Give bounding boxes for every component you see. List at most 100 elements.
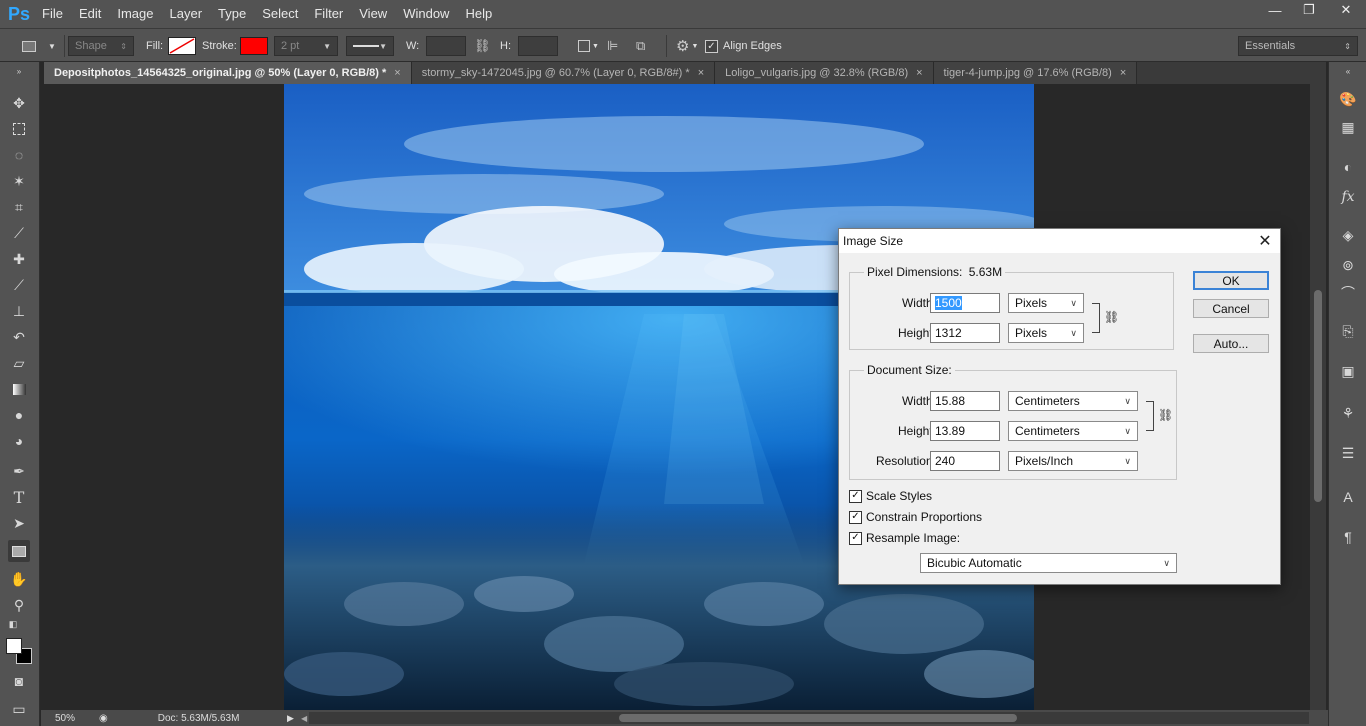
color-panel-icon[interactable]: 🎨 (1337, 88, 1359, 110)
close-icon[interactable]: × (1120, 67, 1126, 79)
auto-button[interactable]: Auto... (1193, 334, 1269, 353)
align-edges-checkbox[interactable]: ✓ Align Edges (705, 35, 782, 57)
foreground-color-swatch[interactable] (6, 638, 22, 654)
tool-mode-select[interactable]: Shape ⇕ (68, 36, 134, 56)
history-brush-tool-icon[interactable]: ↶ (8, 326, 30, 348)
scroll-left-icon[interactable]: ◀ (301, 714, 307, 723)
close-icon[interactable]: × (698, 67, 704, 79)
eraser-tool-icon[interactable]: ▱ (8, 352, 30, 374)
tool-presets-panel-icon[interactable]: ☰ (1337, 442, 1359, 464)
menu-select[interactable]: Select (254, 0, 306, 28)
dodge-tool-icon[interactable]: ◕ (8, 430, 30, 452)
scale-styles-checkbox[interactable]: ✓ Scale Styles (849, 489, 932, 503)
doc-height-input[interactable]: 13.89 (930, 421, 1000, 441)
menu-help[interactable]: Help (457, 0, 500, 28)
move-tool-icon[interactable]: ✥ (8, 92, 30, 114)
stroke-type-select[interactable]: ▼ (346, 36, 394, 56)
adjustments-panel-icon[interactable]: ◐ (1337, 156, 1359, 178)
resample-image-checkbox[interactable]: ✓ Resample Image: (849, 531, 960, 545)
document-tab[interactable]: Depositphotos_14564325_original.jpg @ 50… (44, 62, 412, 84)
panel-expand-icon[interactable]: « (1337, 66, 1359, 76)
gear-icon[interactable]: ⚙ ▼ (676, 35, 698, 57)
menu-file[interactable]: File (34, 0, 71, 28)
screen-mode-icon[interactable]: ▭ (8, 698, 30, 720)
paths-panel-icon[interactable]: ⌒ (1337, 282, 1359, 304)
channels-panel-icon[interactable]: ⊚ (1337, 254, 1359, 276)
properties-panel-icon[interactable]: ▣ (1337, 360, 1359, 382)
horizontal-scrollbar[interactable] (309, 712, 1309, 724)
document-tab[interactable]: stormy_sky-1472045.jpg @ 60.7% (Layer 0,… (411, 62, 716, 84)
layers-panel-icon[interactable]: ◈ (1337, 224, 1359, 246)
path-alignment-icon[interactable]: ⊫ (607, 35, 618, 57)
constrain-proportions-checkbox[interactable]: ✓ Constrain Proportions (849, 510, 982, 524)
marquee-tool-icon[interactable] (8, 118, 30, 140)
pixel-width-input[interactable]: 1500 (930, 293, 1000, 313)
menu-view[interactable]: View (351, 0, 395, 28)
hand-tool-icon[interactable]: ✋ (8, 568, 30, 590)
zoom-level[interactable]: 50% (55, 713, 89, 724)
styles-panel-icon[interactable]: fx (1337, 186, 1359, 208)
stroke-swatch[interactable] (240, 35, 268, 57)
document-tab[interactable]: Loligo_vulgaris.jpg @ 32.8% (RGB/8) × (715, 62, 934, 84)
link-icon[interactable]: ⛓ (474, 35, 491, 57)
pen-tool-icon[interactable]: ✒ (8, 460, 30, 482)
clone-stamp-tool-icon[interactable]: ⊥ (8, 300, 30, 322)
height-input[interactable] (518, 36, 558, 56)
menu-edit[interactable]: Edit (71, 0, 109, 28)
lasso-tool-icon[interactable]: ◌ (8, 144, 30, 166)
zoom-tool-icon[interactable]: ⚲ (8, 594, 30, 616)
ok-button[interactable]: OK (1193, 271, 1269, 290)
brush-tool-icon[interactable]: ⟋ (8, 274, 30, 296)
path-arrangement-icon[interactable]: ⧉ (636, 35, 645, 57)
vertical-scroll-thumb[interactable] (1314, 290, 1322, 502)
brush-panel-icon[interactable]: ⚘ (1337, 402, 1359, 424)
history-panel-icon[interactable]: ⎘ (1337, 320, 1359, 342)
doc-height-unit-select[interactable]: Centimeters ∨ (1008, 421, 1138, 441)
menu-filter[interactable]: Filter (306, 0, 351, 28)
vertical-scrollbar[interactable] (1310, 84, 1326, 710)
width-input[interactable] (426, 36, 466, 56)
eyedropper-tool-icon[interactable]: ⟋ (8, 222, 30, 244)
resolution-unit-select[interactable]: Pixels/Inch ∨ (1008, 451, 1138, 471)
pixel-height-unit-select[interactable]: Pixels ∨ (1008, 323, 1084, 343)
crop-tool-icon[interactable]: ⌗ (8, 196, 30, 218)
menu-type[interactable]: Type (210, 0, 254, 28)
horizontal-scroll-thumb[interactable] (619, 714, 1017, 722)
rectangle-tool-icon[interactable] (8, 540, 30, 562)
gradient-tool-icon[interactable] (8, 378, 30, 400)
healing-brush-tool-icon[interactable]: ✚ (8, 248, 30, 270)
close-icon[interactable]: × (916, 67, 922, 79)
doc-width-unit-select[interactable]: Centimeters ∨ (1008, 391, 1138, 411)
fill-swatch[interactable] (168, 35, 196, 57)
paragraph-panel-icon[interactable]: ¶ (1337, 526, 1359, 548)
type-tool-icon[interactable]: T (8, 486, 30, 508)
status-info-icon[interactable]: ◉ (99, 713, 108, 724)
doc-width-input[interactable]: 15.88 (930, 391, 1000, 411)
menu-image[interactable]: Image (109, 0, 161, 28)
cancel-button[interactable]: Cancel (1193, 299, 1269, 318)
pixel-height-input[interactable]: 1312 (930, 323, 1000, 343)
pixel-width-unit-select[interactable]: Pixels ∨ (1008, 293, 1084, 313)
tool-preset-picker[interactable]: ▼ (8, 35, 56, 57)
status-menu-arrow-icon[interactable]: ▶ (287, 713, 294, 724)
character-panel-icon[interactable]: A (1337, 486, 1359, 508)
menu-layer[interactable]: Layer (162, 0, 211, 28)
workspace-select[interactable]: Essentials ⇕ (1238, 36, 1358, 56)
swatches-panel-icon[interactable]: ▦ (1337, 116, 1359, 138)
path-operations-icon[interactable]: ▼ (578, 35, 599, 57)
close-icon[interactable]: × (394, 67, 400, 79)
panel-collapse-icon[interactable]: » (8, 66, 30, 76)
quick-mask-icon[interactable]: ◙ (8, 670, 30, 692)
document-tab[interactable]: tiger-4-jump.jpg @ 17.6% (RGB/8) × (933, 62, 1138, 84)
restore-button[interactable]: ❐ (1292, 0, 1326, 20)
magic-wand-tool-icon[interactable]: ✶ (8, 170, 30, 192)
default-colors-icon[interactable]: ◧ (2, 618, 24, 630)
path-selection-tool-icon[interactable]: ➤ (8, 512, 30, 534)
close-icon[interactable]: ✕ (1254, 231, 1276, 251)
minimize-button[interactable]: — (1258, 0, 1292, 20)
stroke-width-input[interactable]: 2 pt ▼ (274, 36, 338, 56)
menu-window[interactable]: Window (395, 0, 457, 28)
resolution-input[interactable]: 240 (930, 451, 1000, 471)
resample-method-select[interactable]: Bicubic Automatic ∨ (920, 553, 1177, 573)
blur-tool-icon[interactable]: ● (8, 404, 30, 426)
